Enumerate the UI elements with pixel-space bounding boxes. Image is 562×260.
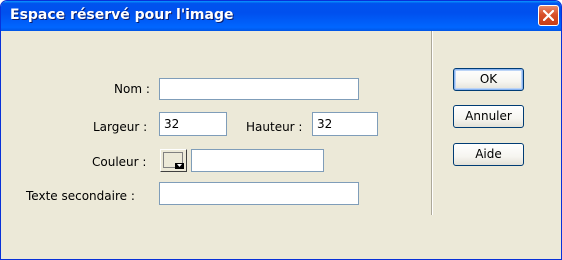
- help-button[interactable]: Aide: [453, 143, 524, 166]
- dialog-window: Espace réservé pour l'image Nom : Largeu…: [0, 0, 562, 260]
- close-icon: [543, 10, 554, 21]
- ok-button[interactable]: OK: [453, 68, 524, 91]
- alt-text-label: Texte secondaire :: [26, 189, 135, 203]
- chevron-down-icon: [175, 163, 184, 169]
- width-field[interactable]: [159, 112, 227, 136]
- alt-text-field[interactable]: [159, 182, 359, 205]
- divider: [431, 31, 433, 215]
- title-bar[interactable]: Espace réservé pour l'image: [1, 1, 561, 31]
- color-field[interactable]: [191, 149, 324, 172]
- name-field[interactable]: [159, 78, 359, 100]
- height-field[interactable]: [312, 112, 378, 136]
- width-label: Largeur :: [93, 120, 148, 134]
- cancel-button[interactable]: Annuler: [453, 105, 524, 128]
- color-picker-button[interactable]: [160, 149, 187, 172]
- window-title: Espace réservé pour l'image: [10, 7, 234, 23]
- close-button[interactable]: [538, 5, 559, 26]
- height-label: Hauteur :: [246, 120, 303, 134]
- color-label: Couleur :: [92, 155, 147, 169]
- name-label: Nom :: [114, 82, 150, 96]
